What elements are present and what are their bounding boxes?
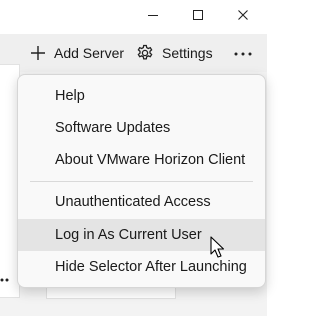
add-server-button[interactable]: Add Server	[30, 34, 124, 72]
menu-item-label: About VMware Horizon Client	[55, 152, 246, 168]
menu-item-about[interactable]: About VMware Horizon Client	[18, 144, 265, 176]
maximize-icon	[192, 8, 204, 26]
overflow-menu: Help Software Updates About VMware Horiz…	[17, 74, 266, 288]
menu-item-label: Unauthenticated Access	[55, 194, 211, 210]
settings-button[interactable]: Settings	[136, 34, 213, 72]
menu-item-label: Help	[55, 88, 85, 104]
minimize-button[interactable]	[130, 0, 175, 34]
settings-label: Settings	[162, 45, 213, 61]
menu-item-hide-selector[interactable]: Hide Selector After Launching	[18, 251, 265, 283]
menu-item-log-in-as-current-user[interactable]: Log in As Current User	[18, 219, 265, 251]
menu-item-label: Software Updates	[55, 120, 171, 136]
add-server-label: Add Server	[54, 45, 125, 61]
close-icon	[237, 8, 249, 26]
gear-icon	[136, 44, 154, 62]
menu-separator	[30, 181, 253, 182]
menu-item-software-updates[interactable]: Software Updates	[18, 112, 265, 144]
plus-icon	[30, 45, 46, 61]
card-more-icon[interactable]	[0, 270, 10, 288]
close-button[interactable]	[220, 0, 265, 34]
minimize-icon	[147, 8, 159, 26]
more-options-button[interactable]	[226, 34, 260, 72]
menu-item-label: Log in As Current User	[55, 227, 202, 243]
menu-item-unauthenticated-access[interactable]: Unauthenticated Access	[18, 186, 265, 218]
menu-item-help[interactable]: Help	[18, 80, 265, 112]
toolbar: Add Server Settings	[0, 34, 267, 72]
mouse-pointer-icon	[210, 236, 226, 265]
maximize-button[interactable]	[175, 0, 220, 34]
title-bar	[0, 0, 267, 34]
more-icon	[233, 44, 253, 62]
